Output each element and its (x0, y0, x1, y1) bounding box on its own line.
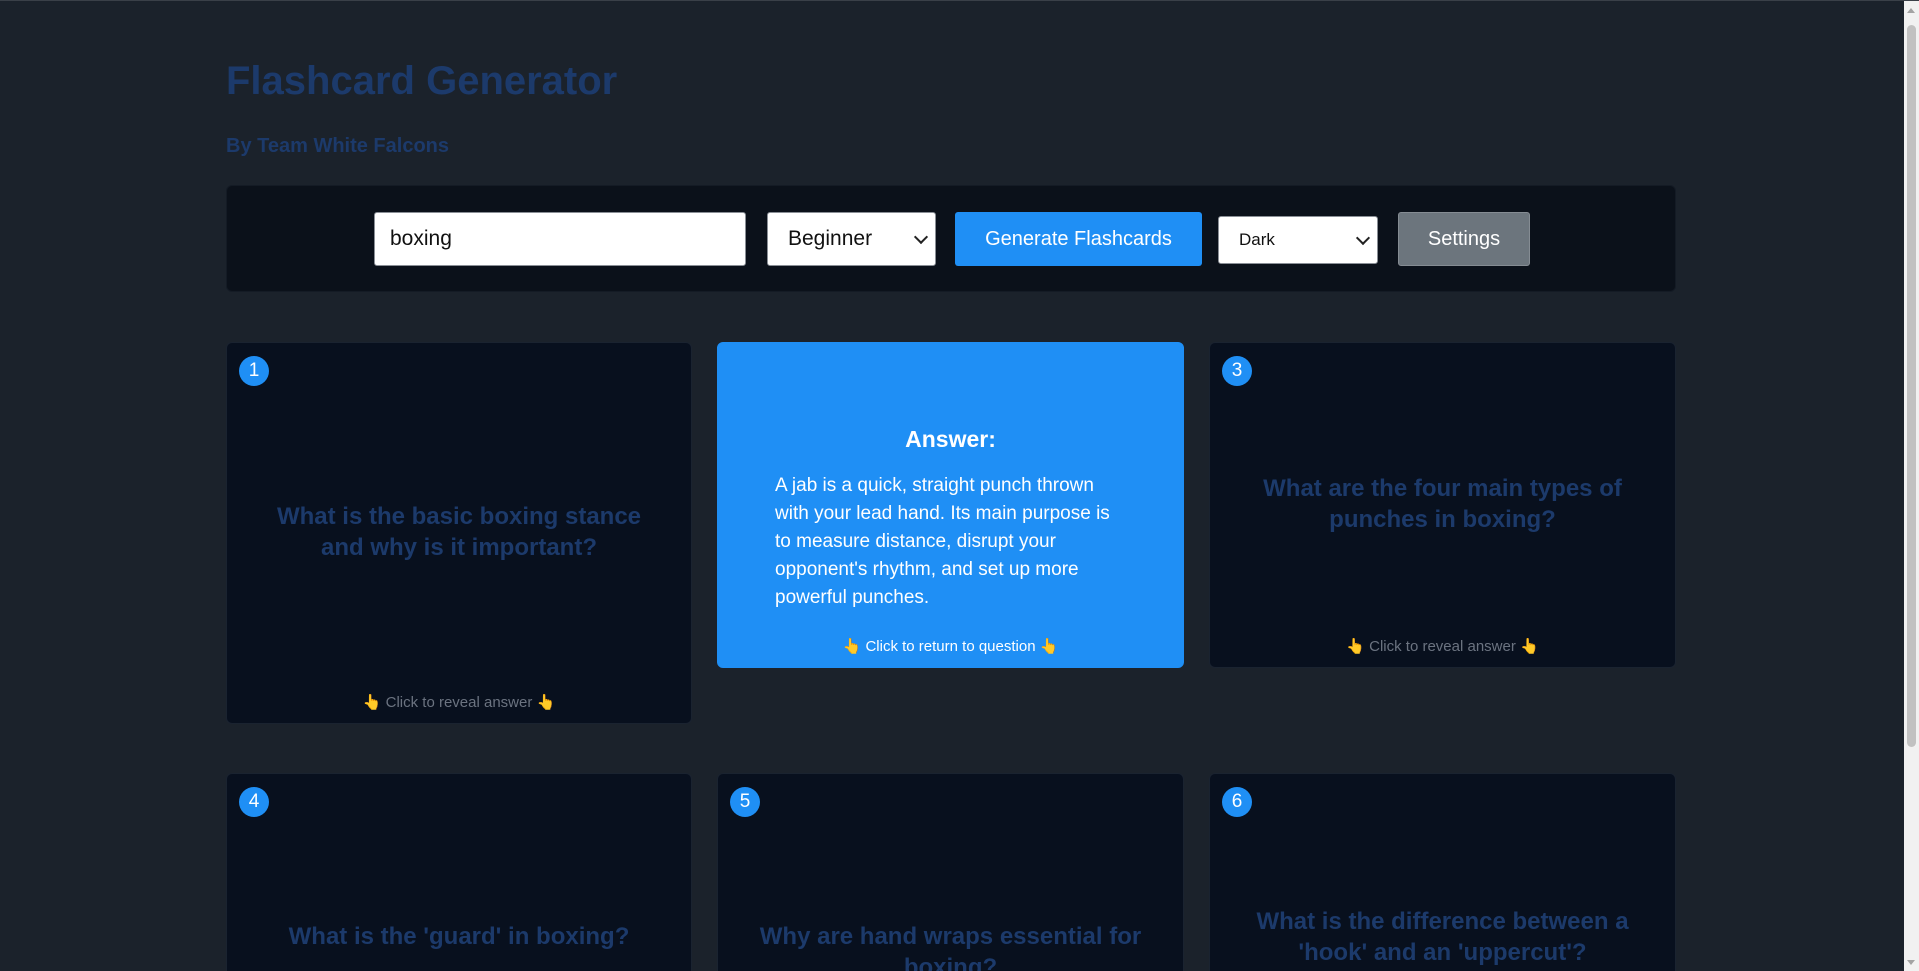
card-number-badge: 5 (730, 787, 760, 817)
page: Flashcard Generator By Team White Falcon… (0, 0, 1919, 971)
generate-flashcards-button[interactable]: Generate Flashcards (955, 212, 1202, 266)
card-number-badge: 4 (239, 787, 269, 817)
flashcard-1[interactable]: 1 What is the basic boxing stance and wh… (226, 342, 692, 724)
card-question: What are the four main types of punches … (1263, 475, 1622, 533)
card-question: What is the basic boxing stance and why … (276, 503, 642, 561)
card-question: Why are hand wraps essential for boxing? (759, 923, 1142, 971)
chevron-down-icon (1355, 230, 1371, 246)
card-question: What is the 'guard' in boxing? (288, 923, 630, 950)
card-question: What is the difference between a 'hook' … (1256, 908, 1629, 966)
card-hint: 👆 Click to reveal answer 👆 (362, 694, 556, 711)
card-number-badge: 6 (1222, 787, 1252, 817)
card-number-badge: 1 (239, 356, 269, 386)
chevron-down-icon (913, 229, 929, 245)
topic-input[interactable] (374, 212, 746, 266)
vertical-scrollbar[interactable] (1904, 1, 1919, 971)
flashcard-4[interactable]: 4 What is the 'guard' in boxing? (226, 773, 692, 971)
settings-button[interactable]: Settings (1398, 212, 1530, 266)
flashcard-5[interactable]: 5 Why are hand wraps essential for boxin… (717, 773, 1184, 971)
card-answer: A jab is a quick, straight punch thrown … (775, 475, 1110, 608)
scroll-down-arrow-icon[interactable] (1907, 960, 1915, 965)
card-hint: 👆 Click to return to question 👆 (842, 638, 1059, 655)
flashcard-2[interactable]: Answer: A jab is a quick, straight punch… (717, 342, 1184, 668)
card-number-badge: 3 (1222, 356, 1252, 386)
scroll-up-arrow-icon[interactable] (1907, 8, 1915, 13)
controls-panel: Beginner Generate Flashcards Dark Settin… (226, 185, 1676, 292)
flashcard-6[interactable]: 6 What is the difference between a 'hook… (1209, 773, 1676, 971)
theme-select-value: Dark (1239, 230, 1275, 249)
level-select[interactable]: Beginner (767, 212, 936, 266)
answer-heading: Answer: (905, 426, 996, 452)
flashcard-3[interactable]: 3 What are the four main types of punche… (1209, 342, 1676, 668)
card-hint: 👆 Click to reveal answer 👆 (1346, 638, 1539, 655)
level-select-value: Beginner (788, 227, 873, 250)
page-title: Flashcard Generator (226, 59, 618, 103)
page-subtitle: By Team White Falcons (226, 135, 450, 157)
theme-select[interactable]: Dark (1218, 216, 1378, 264)
scrollbar-thumb[interactable] (1907, 25, 1916, 747)
